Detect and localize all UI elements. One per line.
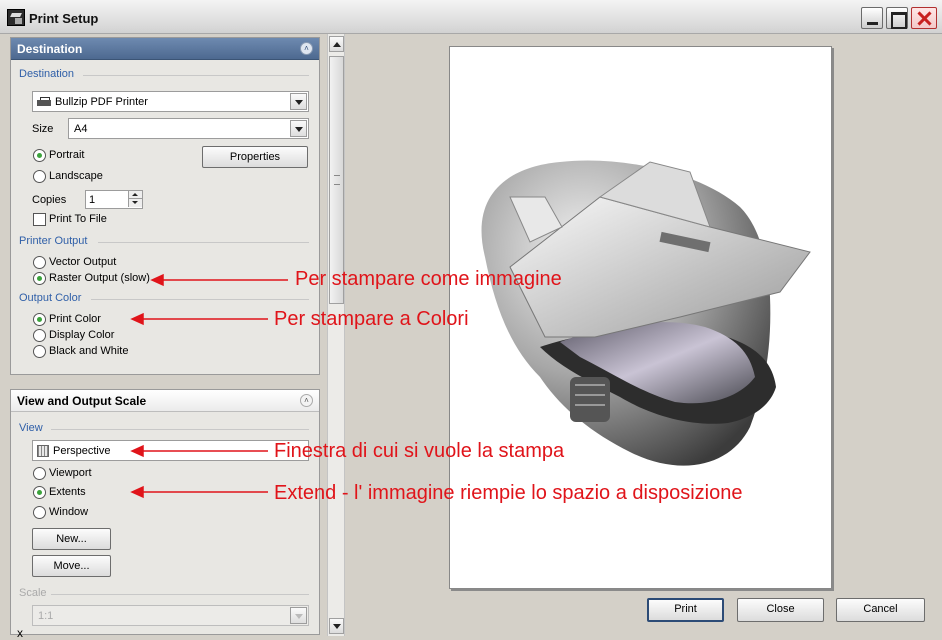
raster-output-label: Raster Output (slow) bbox=[49, 272, 150, 284]
divider bbox=[51, 594, 309, 595]
new-button[interactable]: New... bbox=[32, 528, 111, 550]
viewport-grid-icon bbox=[37, 445, 49, 457]
view-scale-panel: View and Output Scale ˄ View Perspective… bbox=[10, 389, 320, 635]
spin-down-icon[interactable] bbox=[128, 199, 142, 207]
preview-page bbox=[449, 46, 832, 589]
status-marker: x bbox=[17, 626, 23, 640]
extents-radio[interactable] bbox=[33, 486, 46, 499]
window-radio[interactable] bbox=[33, 506, 46, 519]
annotation-view: Finestra di cui si vuole la stampa bbox=[274, 440, 565, 462]
size-value: A4 bbox=[74, 123, 88, 135]
chevron-down-icon[interactable] bbox=[290, 93, 307, 110]
scroll-down-icon[interactable] bbox=[329, 618, 344, 634]
print-color-radio[interactable] bbox=[33, 313, 46, 326]
output-color-group-label: Output Color bbox=[19, 292, 82, 304]
printer-output-group-label: Printer Output bbox=[19, 235, 88, 247]
destination-panel-header[interactable]: Destination ˄ bbox=[11, 38, 319, 60]
portrait-radio[interactable] bbox=[33, 149, 46, 162]
extents-label: Extents bbox=[49, 486, 86, 498]
copies-spinner[interactable]: 1 bbox=[85, 190, 143, 209]
destination-group-label: Destination bbox=[19, 68, 75, 80]
view-value: Perspective bbox=[53, 445, 111, 457]
annotation-extents: Extend - l' immagine riempie lo spazio a… bbox=[274, 482, 743, 504]
chevron-down-icon bbox=[290, 607, 307, 624]
scroll-up-icon[interactable] bbox=[329, 36, 344, 52]
display-color-radio[interactable] bbox=[33, 329, 46, 342]
properties-button[interactable]: Properties bbox=[202, 146, 308, 168]
vertical-scrollbar[interactable] bbox=[327, 34, 345, 636]
landscape-label: Landscape bbox=[49, 170, 103, 182]
scale-select: 1:1 bbox=[32, 605, 309, 626]
print-to-file-checkbox[interactable] bbox=[33, 213, 46, 226]
maximize-button[interactable] bbox=[886, 7, 908, 29]
scale-group-label: Scale bbox=[19, 587, 47, 599]
helmet-preview-image bbox=[481, 160, 811, 466]
black-white-radio[interactable] bbox=[33, 345, 46, 358]
view-scale-header-label: View and Output Scale bbox=[17, 394, 147, 408]
portrait-label: Portrait bbox=[49, 149, 85, 161]
print-to-file-label: Print To File bbox=[49, 213, 107, 225]
copies-label: Copies bbox=[32, 194, 67, 206]
app-icon bbox=[7, 9, 25, 26]
window-title: Print Setup bbox=[29, 11, 99, 26]
scale-value: 1:1 bbox=[38, 610, 54, 622]
printer-select[interactable]: Bullzip PDF Printer bbox=[32, 91, 309, 112]
viewport-label: Viewport bbox=[49, 467, 92, 479]
divider bbox=[98, 242, 309, 243]
size-select[interactable]: A4 bbox=[68, 118, 309, 139]
annotation-raster: Per stampare come immagine bbox=[295, 268, 562, 290]
printer-icon bbox=[37, 97, 51, 107]
window-label: Window bbox=[49, 506, 89, 518]
divider bbox=[91, 299, 309, 300]
viewport-radio[interactable] bbox=[33, 467, 46, 480]
annotation-color: Per stampare a Colori bbox=[274, 308, 469, 330]
view-group-label: View bbox=[19, 422, 43, 434]
display-color-label: Display Color bbox=[49, 329, 115, 341]
copies-value: 1 bbox=[89, 194, 96, 206]
minimize-button[interactable] bbox=[861, 7, 883, 29]
close-button[interactable]: Close bbox=[737, 598, 824, 622]
spin-up-icon[interactable] bbox=[128, 191, 142, 199]
close-window-button[interactable] bbox=[911, 7, 937, 29]
collapse-up-icon[interactable]: ˄ bbox=[300, 42, 313, 55]
divider bbox=[51, 429, 309, 430]
vector-output-label: Vector Output bbox=[49, 256, 117, 268]
scroll-thumb[interactable] bbox=[329, 56, 344, 304]
destination-header-label: Destination bbox=[17, 42, 83, 56]
move-button[interactable]: Move... bbox=[32, 555, 111, 577]
print-button[interactable]: Print bbox=[647, 598, 724, 622]
size-label: Size bbox=[32, 123, 54, 135]
view-scale-panel-header[interactable]: View and Output Scale ˄ bbox=[11, 390, 319, 412]
collapse-up-icon[interactable]: ˄ bbox=[300, 394, 313, 407]
landscape-radio[interactable] bbox=[33, 170, 46, 183]
divider bbox=[83, 75, 309, 76]
cancel-button[interactable]: Cancel bbox=[836, 598, 925, 622]
vector-output-radio[interactable] bbox=[33, 256, 46, 269]
black-white-label: Black and White bbox=[49, 345, 129, 357]
raster-output-radio[interactable] bbox=[33, 272, 46, 285]
chevron-down-icon[interactable] bbox=[290, 120, 307, 137]
print-color-label: Print Color bbox=[49, 313, 101, 325]
title-bar: Print Setup bbox=[0, 0, 942, 34]
view-select[interactable]: Perspective bbox=[32, 440, 309, 461]
printer-value: Bullzip PDF Printer bbox=[55, 96, 148, 108]
